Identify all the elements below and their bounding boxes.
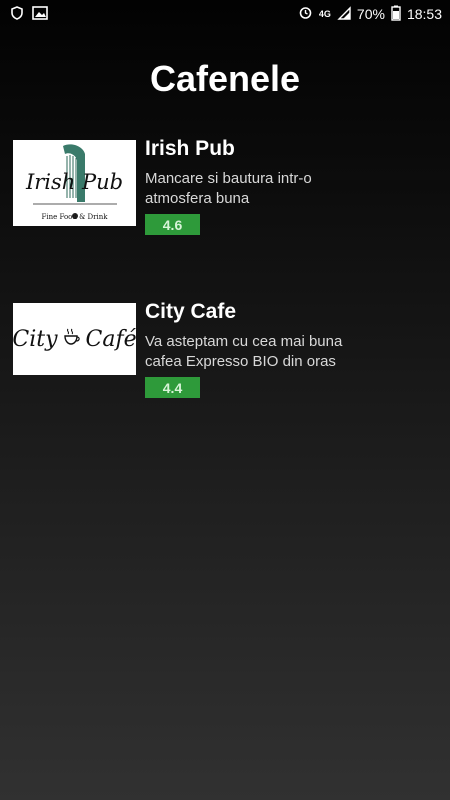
logo-text-tagline: Fine Food & Drink bbox=[41, 213, 108, 221]
cafe-description: Mancare si bautura intr-o atmosfera buna bbox=[145, 170, 312, 207]
cafe-info: Irish Pub Mancare si bautura intr-o atmo… bbox=[145, 136, 405, 235]
cafe-name: City Cafe bbox=[145, 300, 237, 323]
cafe-name: Irish Pub bbox=[145, 137, 235, 160]
battery-percent: 70% bbox=[356, 6, 385, 22]
cafe-list: Irish Pub Fine Food & Drink Irish Pub Ma… bbox=[13, 137, 438, 466]
cafe-item-irish-pub[interactable]: Irish Pub Fine Food & Drink Irish Pub Ma… bbox=[13, 137, 438, 303]
logo-text-cafe: Café bbox=[85, 326, 136, 352]
cafe-logo-city-cafe: City Café bbox=[13, 303, 136, 375]
shield-icon bbox=[10, 5, 24, 23]
network-type: 4G bbox=[318, 9, 331, 19]
status-bar: 4G 70% 18:53 bbox=[0, 0, 450, 28]
signal-icon bbox=[337, 5, 351, 23]
image-icon bbox=[32, 5, 48, 23]
rating-badge: 4.6 bbox=[145, 214, 200, 235]
alarm-icon bbox=[298, 5, 313, 23]
cafe-item-city-cafe[interactable]: City Café City Cafe Va asteptam cu cea m… bbox=[13, 300, 438, 466]
logo-text-main: Irish Pub bbox=[25, 170, 124, 194]
status-left bbox=[10, 5, 48, 23]
cafe-description: Va asteptam cu cea mai buna cafea Expres… bbox=[145, 333, 343, 370]
logo-text-city: City bbox=[13, 326, 58, 352]
cafe-info: City Cafe Va asteptam cu cea mai buna ca… bbox=[145, 299, 405, 398]
cafe-logo-irish-pub: Irish Pub Fine Food & Drink bbox=[13, 140, 136, 226]
battery-icon bbox=[391, 5, 401, 24]
coffee-cup-icon bbox=[62, 327, 82, 352]
rating-badge: 4.4 bbox=[145, 377, 200, 398]
page-title: Cafenele bbox=[149, 58, 301, 99]
status-right: 4G 70% 18:53 bbox=[298, 5, 442, 24]
clock: 18:53 bbox=[406, 6, 442, 22]
